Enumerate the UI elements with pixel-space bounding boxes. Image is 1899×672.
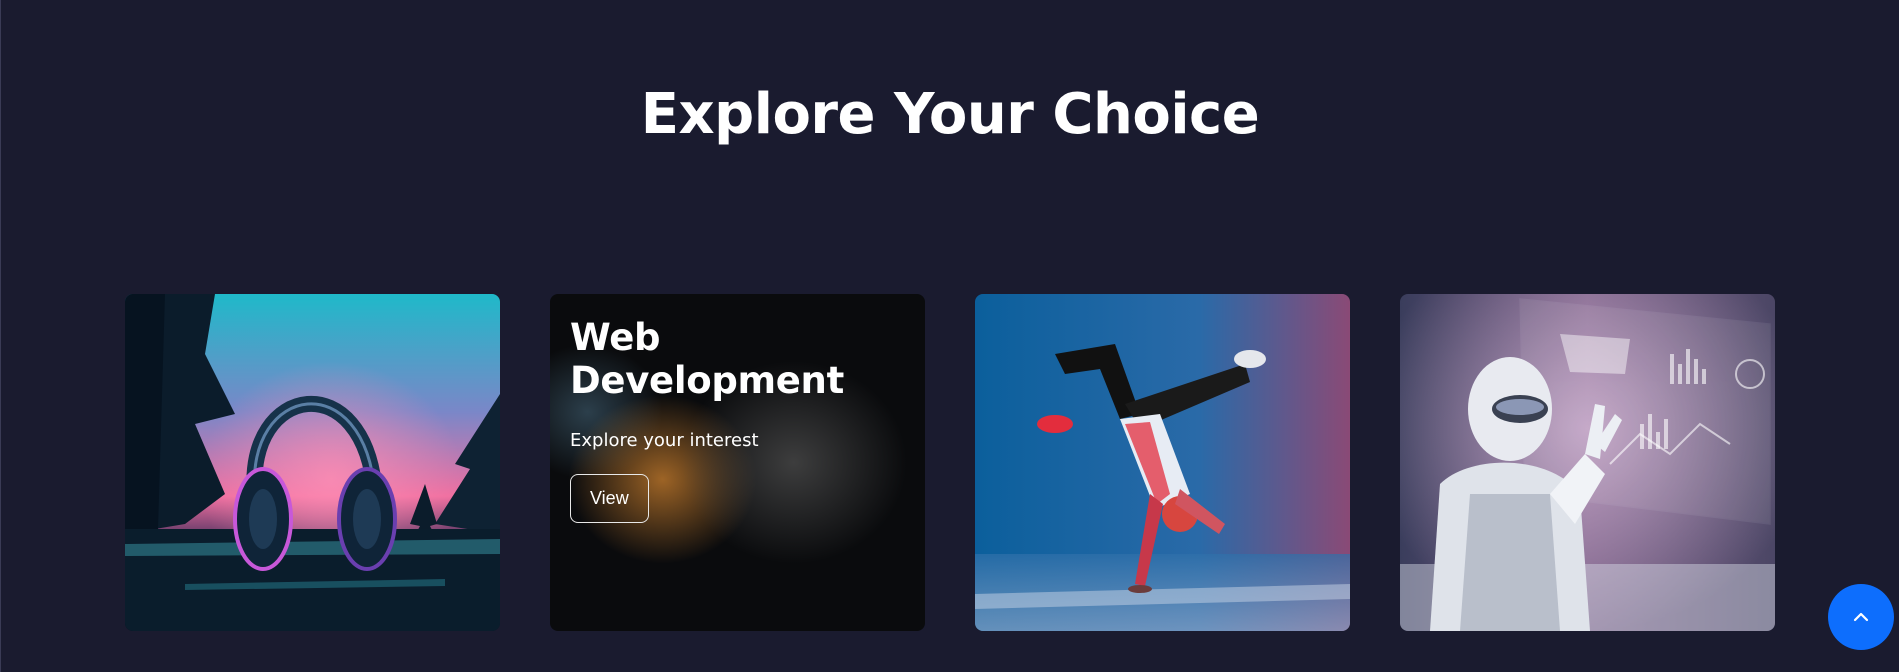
card-web-development[interactable]: Web Development Explore your interest Vi…: [550, 294, 925, 631]
card-subtitle: Explore your interest: [570, 430, 759, 451]
scroll-to-top-button[interactable]: [1828, 584, 1894, 650]
breakdancer-handstand-image: [975, 294, 1350, 631]
card-overlay: Web Development Explore your interest Vi…: [550, 294, 925, 631]
card-row: Web Development Explore your interest Vi…: [125, 294, 1776, 631]
robot-holographic-interface-image: [1400, 294, 1775, 631]
card-ai[interactable]: [1400, 294, 1775, 631]
headphones-neon-forest-image: [125, 294, 500, 631]
card-music[interactable]: [125, 294, 500, 631]
card-title: Web Development: [570, 316, 844, 402]
section-title: Explore Your Choice: [640, 82, 1260, 147]
view-button[interactable]: View: [570, 474, 649, 523]
chevron-up-icon: [1853, 612, 1869, 622]
explore-section: Explore Your Choice Web Development Expl…: [0, 0, 1899, 672]
card-dance[interactable]: [975, 294, 1350, 631]
